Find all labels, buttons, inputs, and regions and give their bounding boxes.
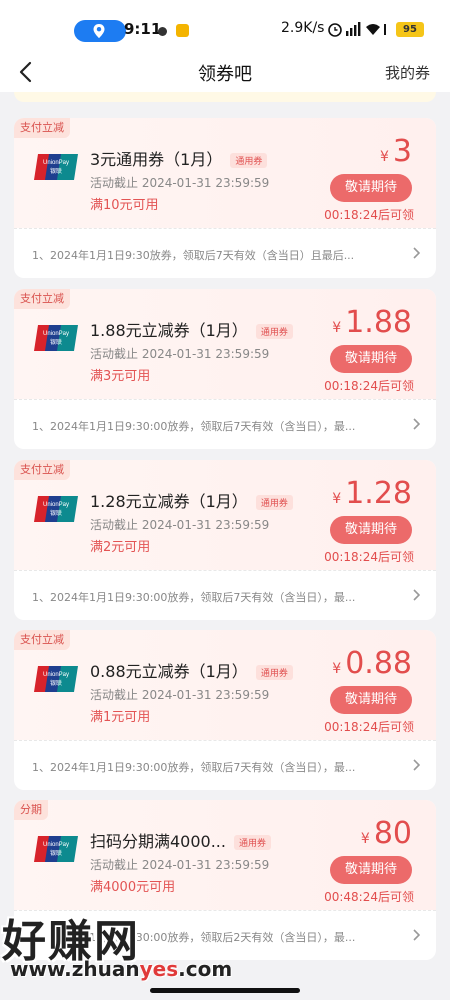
network-speed: 2.9K/s [281, 20, 325, 36]
svg-text:UnionPay: UnionPay [43, 672, 69, 678]
coupon-tag: 支付立减 [14, 118, 70, 138]
coupon-card[interactable]: 支付立减 UnionPay 银联 1.88元立减券（1月） 通用券 活动截止 20… [14, 289, 436, 449]
location-pin-icon [93, 24, 105, 38]
coupon-name: 扫码分期满4000... 通用券 [90, 828, 271, 852]
svg-text:UnionPay: UnionPay [43, 502, 69, 508]
coupon-name: 0.88元立减券（1月） 通用券 [90, 658, 293, 682]
coupon-rules-row[interactable]: 1、2024年1月1日9:30:00放券，领取后7天有效（含当日），最... [14, 740, 436, 790]
previous-card-edge [14, 92, 436, 102]
coupon-type-badge: 通用券 [255, 495, 293, 510]
battery-icon: 95 [396, 22, 424, 37]
svg-text:银联: 银联 [50, 509, 62, 517]
svg-text:银联: 银联 [50, 167, 62, 175]
coupon-min-spend: 满4000元可用 [90, 880, 176, 895]
coupon-card[interactable]: 支付立减 UnionPay 银联 1.28元立减券（1月） 通用券 活动截止 20… [14, 460, 436, 620]
coupon-rules-row[interactable]: 1、2024年1月1日9:30放券，领取后7天有效（含当日）且最后... [14, 228, 436, 278]
coupon-card[interactable]: 支付立减 UnionPay 银联 0.88元立减券（1月） 通用券 活动截止 20… [14, 630, 436, 790]
coupon-countdown: 00:18:24后可领 [324, 550, 414, 564]
svg-text:UnionPay: UnionPay [43, 331, 69, 337]
status-bar: 9:11 2.9K/s 95 [0, 0, 450, 52]
unionpay-logo-icon: UnionPay 银联 [34, 325, 78, 351]
coupon-deadline: 活动截止 2024-01-31 23:59:59 [90, 176, 270, 190]
location-indicator [74, 20, 126, 42]
coupon-countdown: 00:18:24后可领 [324, 379, 414, 393]
svg-text:银联: 银联 [50, 338, 62, 346]
unionpay-logo-icon: UnionPay 银联 [34, 666, 78, 692]
coupon-tag: 支付立减 [14, 289, 70, 309]
coupon-min-spend: 满2元可用 [90, 540, 151, 555]
coupon-amount: ¥1.28 [332, 476, 412, 511]
unionpay-logo-icon: UnionPay 银联 [34, 836, 78, 862]
chevron-right-icon[interactable] [412, 418, 420, 430]
coming-soon-button[interactable]: 敬请期待 [330, 856, 412, 884]
chevron-right-icon[interactable] [412, 589, 420, 601]
coupon-countdown: 00:18:24后可领 [324, 208, 414, 222]
coupon-min-spend: 满3元可用 [90, 369, 151, 384]
coupon-rules-text: 1、2024年1月1日9:30:00放券，领取后7天有效（含当日），最... [32, 591, 356, 604]
coupon-amount: ¥0.88 [332, 646, 412, 681]
coupon-countdown: 00:48:24后可领 [324, 890, 414, 904]
coupon-deadline: 活动截止 2024-01-31 23:59:59 [90, 688, 270, 702]
coupon-name: 1.88元立减券（1月） 通用券 [90, 317, 293, 341]
unionpay-logo-icon: UnionPay 银联 [34, 154, 78, 180]
coupon-min-spend: 满1元可用 [90, 710, 151, 725]
coupon-tag: 分期 [14, 800, 48, 820]
coupon-amount: ¥3 [379, 134, 412, 169]
coupon-type-badge: 通用券 [255, 665, 293, 680]
coupon-deadline: 活动截止 2024-01-31 23:59:59 [90, 858, 270, 872]
coming-soon-button[interactable]: 敬请期待 [330, 686, 412, 714]
signal-wifi-icons [328, 22, 386, 37]
coming-soon-button[interactable]: 敬请期待 [330, 516, 412, 544]
coupon-rules-text: 1、2024年1月1日9:30放券，领取后7天有效（含当日）且最后... [32, 249, 355, 262]
coupon-type-badge: 通用券 [230, 153, 268, 168]
clock: 9:11 [124, 20, 162, 38]
page-title: 领券吧 [198, 64, 252, 85]
chevron-right-icon[interactable] [412, 247, 420, 259]
svg-text:银联: 银联 [50, 849, 62, 857]
site-watermark: 好赚网 www.zhuanyes.com [0, 905, 260, 985]
my-coupons-link[interactable]: 我的券 [385, 62, 430, 83]
coming-soon-button[interactable]: 敬请期待 [330, 345, 412, 373]
svg-text:银联: 银联 [50, 679, 62, 687]
coupon-name: 3元通用券（1月） 通用券 [90, 146, 268, 170]
coupon-rules-text: 1、2024年1月1日9:30:00放券，领取后7天有效（含当日），最... [32, 761, 356, 774]
coupon-amount: ¥80 [360, 816, 412, 851]
coming-soon-button[interactable]: 敬请期待 [330, 174, 412, 202]
unionpay-logo-icon: UnionPay 银联 [34, 496, 78, 522]
watermark-url: www.zhuanyes.com [10, 957, 233, 981]
chevron-right-icon[interactable] [412, 929, 420, 941]
coupon-deadline: 活动截止 2024-01-31 23:59:59 [90, 347, 270, 361]
chevron-right-icon[interactable] [412, 759, 420, 771]
svg-text:UnionPay: UnionPay [43, 842, 69, 848]
home-indicator[interactable] [150, 988, 300, 993]
coupon-rules-text: 1、2024年1月1日9:30:00放券，领取后7天有效（含当日），最... [32, 420, 356, 433]
coupon-deadline: 活动截止 2024-01-31 23:59:59 [90, 518, 270, 532]
notification-app-icon [176, 24, 189, 37]
coupon-rules-row[interactable]: 1、2024年1月1日9:30:00放券，领取后7天有效（含当日），最... [14, 570, 436, 620]
coupon-rules-row[interactable]: 1、2024年1月1日9:30:00放券，领取后7天有效（含当日），最... [14, 399, 436, 449]
coupon-name: 1.28元立减券（1月） 通用券 [90, 488, 293, 512]
coupon-amount: ¥1.88 [332, 305, 412, 340]
svg-text:UnionPay: UnionPay [43, 160, 69, 166]
coupon-tag: 支付立减 [14, 460, 70, 480]
coupon-min-spend: 满10元可用 [90, 198, 159, 213]
coupon-card[interactable]: 支付立减 UnionPay 银联 3元通用券（1月） 通用券 活动截止 2024-… [14, 118, 436, 278]
nav-bar: 领券吧 我的券 [0, 52, 450, 92]
coupon-tag: 支付立减 [14, 630, 70, 650]
coupon-type-badge: 通用券 [255, 324, 293, 339]
coupon-type-badge: 通用券 [233, 835, 271, 850]
recording-dot-icon [158, 27, 167, 36]
coupon-countdown: 00:18:24后可领 [324, 720, 414, 734]
